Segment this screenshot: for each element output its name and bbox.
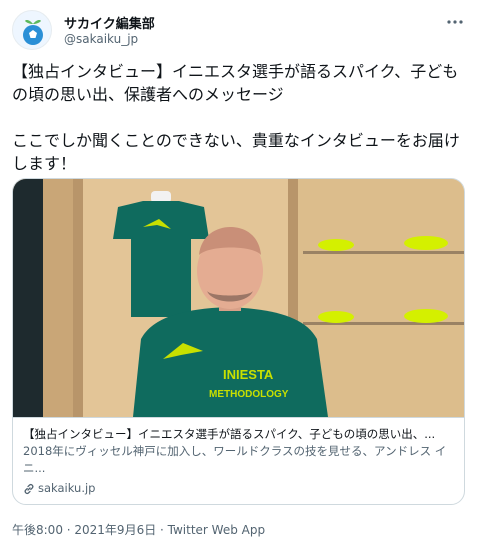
tweet-text: 【独占インタビュー】イニエスタ選手が語るスパイク、子どもの頃の思い出、保護者への… (12, 62, 460, 173)
link-card[interactable]: INIESTA METHODOLOGY 【独占インタビュー】イニエスタ選手が語る… (12, 178, 465, 505)
card-meta[interactable]: 【独占インタビュー】イニエスタ選手が語るスパイク、子どもの頃の思い出、... 2… (13, 417, 464, 504)
shirt-logo-line1: INIESTA (223, 367, 274, 382)
card-domain: sakaiku.jp (23, 480, 454, 497)
account-avatar[interactable] (12, 10, 52, 50)
tweet-header: サカイク編集部 @sakaiku_jp (12, 10, 467, 50)
interview-photo: INIESTA METHODOLOGY (13, 179, 464, 417)
card-image[interactable]: INIESTA METHODOLOGY (13, 179, 464, 417)
more-options-button[interactable] (443, 10, 467, 34)
soccer-ball-sprout-icon (23, 20, 43, 45)
display-name[interactable]: サカイク編集部 (64, 13, 155, 32)
card-description: 2018年にヴィッセル神戸に加入し、ワールドクラスの技を見せる、アンドレス イニ… (23, 444, 447, 475)
user-handle[interactable]: @sakaiku_jp (64, 32, 138, 46)
more-dots-icon (447, 20, 463, 24)
tweet-timestamp[interactable]: 午後8:00 · 2021年9月6日 · Twitter Web App (12, 521, 265, 538)
link-icon (24, 483, 34, 494)
card-domain-text: sakaiku.jp (38, 481, 96, 495)
card-title: 【独占インタビュー】イニエスタ選手が語るスパイク、子どもの頃の思い出、... (23, 427, 436, 441)
shirt-logo-line2: METHODOLOGY (209, 389, 289, 400)
